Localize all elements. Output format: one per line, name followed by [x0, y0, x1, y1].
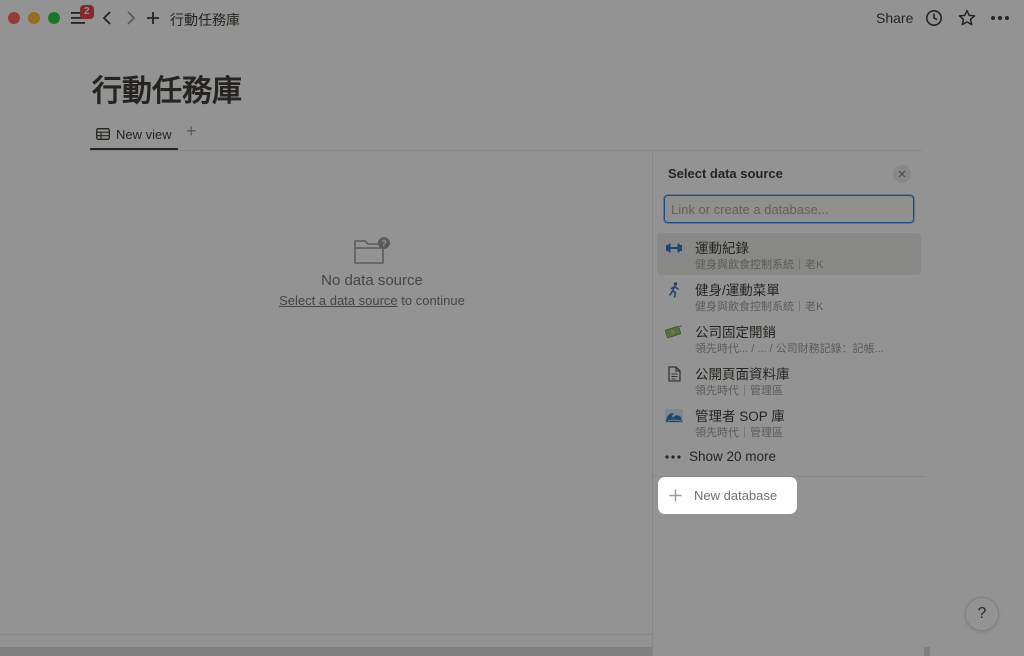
money-icon	[665, 323, 683, 341]
star-favorite-icon[interactable]	[956, 7, 978, 29]
document-icon	[665, 365, 683, 383]
data-source-path: 健身與飲食控制系統｜老K	[695, 301, 824, 313]
dumbbell-icon	[665, 239, 683, 257]
data-source-name: 管理者 SOP 庫	[695, 409, 785, 424]
notification-badge: 2	[80, 5, 94, 19]
breadcrumb[interactable]: 行動任務庫	[170, 10, 240, 30]
clock-history-icon[interactable]	[923, 7, 945, 29]
forward-arrow-icon[interactable]	[120, 7, 142, 29]
show-more-label: Show 20 more	[689, 449, 777, 464]
svg-text:?: ?	[381, 239, 387, 249]
data-source-name: 公司固定開銷	[695, 325, 776, 340]
data-source-name: 健身/運動菜單	[695, 283, 780, 298]
share-button[interactable]: Share	[876, 10, 913, 26]
minimize-window-button[interactable]	[28, 12, 40, 24]
divider	[0, 634, 652, 635]
show-more-button[interactable]: Show 20 more	[665, 449, 776, 464]
select-data-source-link[interactable]: Select a data source	[279, 293, 398, 308]
data-source-item[interactable]: 公司固定開銷 領先時代... / ... / 公司財務記錄：記帳...	[657, 317, 921, 359]
data-source-search-input[interactable]	[664, 195, 914, 223]
folder-question-icon: ?	[270, 236, 474, 266]
empty-state-subtitle: Select a data source to continue	[270, 293, 474, 308]
new-database-label: New database	[694, 488, 778, 503]
data-source-item[interactable]: 運動紀錄 健身與飲食控制系統｜老K	[657, 233, 921, 275]
zoom-window-button[interactable]	[48, 12, 60, 24]
data-source-name: 運動紀錄	[695, 241, 749, 256]
tab-label: New view	[116, 126, 172, 142]
plus-icon	[669, 489, 682, 502]
close-window-button[interactable]	[8, 12, 20, 24]
add-view-plus-icon[interactable]: +	[186, 121, 197, 142]
panel-title: Select data source	[668, 166, 783, 181]
help-button[interactable]: ?	[965, 597, 999, 631]
data-source-path: 領先時代｜管理區	[695, 385, 783, 397]
back-arrow-icon[interactable]	[96, 7, 118, 29]
close-icon[interactable]: ✕	[893, 165, 911, 183]
data-source-path: 領先時代｜管理區	[695, 427, 783, 439]
empty-state: ? No data source Select a data source to…	[270, 236, 474, 308]
data-source-name: 公開頁面資料庫	[695, 367, 790, 382]
empty-state-title: No data source	[321, 272, 423, 289]
app-window: 2 行動任務庫 Share 行動任務庫 New view + ? No data…	[0, 0, 1024, 656]
page-title[interactable]: 行動任務庫	[92, 66, 242, 110]
data-source-path: 健身與飲食控制系統｜老K	[695, 259, 824, 271]
wave-icon	[665, 407, 683, 425]
data-source-item[interactable]: 管理者 SOP 庫 領先時代｜管理區	[657, 401, 921, 443]
tab-new-view[interactable]: New view	[90, 120, 178, 150]
new-database-button[interactable]: New database	[658, 477, 797, 514]
new-page-plus-icon[interactable]	[142, 7, 164, 29]
data-source-panel: Select data source ✕ 運動紀錄 健身與飲食控制系統｜老K 健…	[652, 151, 925, 656]
more-options-icon[interactable]	[989, 7, 1011, 29]
running-person-icon	[665, 281, 683, 299]
window-controls	[8, 12, 60, 24]
table-icon	[96, 128, 110, 140]
empty-state-suffix: to continue	[397, 293, 465, 308]
data-source-path: 領先時代... / ... / 公司財務記錄：記帳...	[695, 343, 884, 355]
ellipsis-icon	[665, 454, 681, 459]
data-source-item[interactable]: 健身/運動菜單 健身與飲食控制系統｜老K	[657, 275, 921, 317]
data-source-item[interactable]: 公開頁面資料庫 領先時代｜管理區	[657, 359, 921, 401]
